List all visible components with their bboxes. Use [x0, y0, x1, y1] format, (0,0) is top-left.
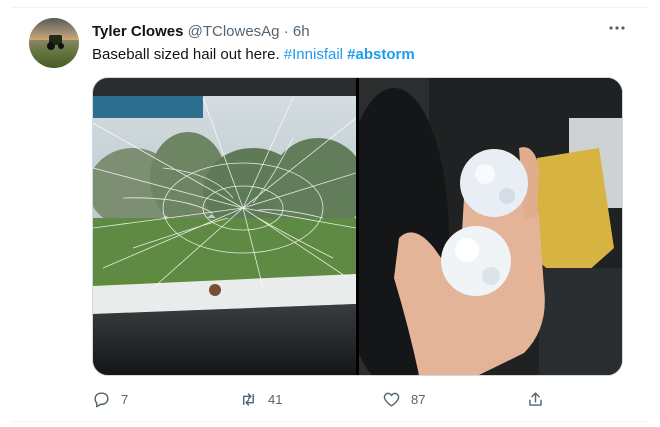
hashtag-innisfail[interactable]: #Innisfail [284, 46, 343, 63]
hailstones-in-hand-photo [359, 78, 622, 375]
more-horizontal-icon [609, 26, 625, 30]
timestamp[interactable]: 6h [293, 23, 310, 40]
reply-icon [94, 391, 109, 407]
media-photo-2[interactable] [359, 78, 622, 375]
action-bar: 7 41 87 [92, 387, 632, 411]
tweet-text: Baseball sized hail out here. #Innisfail… [92, 45, 415, 65]
reply-count: 7 [121, 391, 129, 407]
avatar-wheel [58, 43, 64, 49]
more-options-button[interactable] [607, 18, 627, 38]
retweet-icon [243, 392, 254, 406]
like-count: 87 [411, 391, 426, 407]
reply-button[interactable]: 7 [92, 387, 128, 411]
tweet-card[interactable]: Tyler Clowes @TClowesAg · 6h Baseball si… [11, 7, 649, 422]
tweet-header: Tyler Clowes @TClowesAg · 6h [92, 22, 310, 42]
author-handle[interactable]: @TClowesAg [188, 23, 280, 40]
media-grid [92, 77, 623, 376]
hashtag-abstorm[interactable]: #abstorm [347, 46, 415, 63]
cracked-windshield-photo [93, 78, 356, 375]
retweet-count: 41 [268, 391, 283, 407]
author-name[interactable]: Tyler Clowes [92, 23, 183, 40]
avatar[interactable] [29, 18, 79, 68]
media-photo-1[interactable] [93, 78, 356, 375]
separator: · [283, 23, 289, 40]
heart-icon [383, 392, 400, 407]
share-icon [529, 391, 542, 406]
like-button[interactable]: 87 [382, 387, 425, 411]
tweet-body: Baseball sized hail out here. [92, 46, 280, 63]
retweet-button[interactable]: 41 [239, 387, 282, 411]
share-button[interactable] [526, 387, 545, 411]
avatar-wheel [47, 42, 55, 50]
